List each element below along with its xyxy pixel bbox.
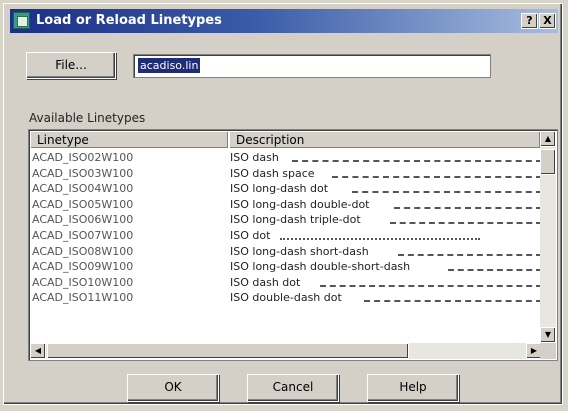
help-button[interactable]: Help (367, 374, 459, 402)
row-linetype: ACAD_ISO06W100 (32, 213, 134, 227)
help-title-button[interactable]: ? (521, 13, 538, 29)
file-button[interactable]: File... (26, 52, 116, 79)
dialog-window: Load or Reload Linetypes ? X File... aca… (3, 3, 563, 405)
scroll-left-icon[interactable]: ◀ (30, 343, 46, 359)
vertical-scrollbar[interactable]: ▲ ▼ (540, 131, 556, 343)
table-row[interactable]: ACAD_ISO11W100 ISO double-dash dot (30, 290, 542, 306)
row-linetype: ACAD_ISO08W100 (32, 244, 134, 258)
file-name-value: acadiso.lin (138, 58, 201, 73)
available-linetypes-label: Available Linetypes (29, 111, 146, 125)
horizontal-scroll-thumb[interactable] (47, 343, 409, 359)
row-description: ISO dash space (230, 166, 315, 180)
file-button-label: File... (55, 58, 87, 72)
dialog-title: Load or Reload Linetypes (36, 13, 222, 28)
cancel-button[interactable]: Cancel (247, 374, 339, 402)
table-row[interactable]: ACAD_ISO06W100 ISO long-dash triple-dot (30, 212, 542, 228)
linetype-list[interactable]: Linetype Description ACAD_ISO02W100 ISO d… (28, 129, 558, 361)
linetype-preview (390, 222, 542, 225)
row-linetype: ACAD_ISO11W100 (32, 291, 134, 305)
row-linetype: ACAD_ISO02W100 (32, 151, 134, 164)
app-icon (13, 12, 30, 29)
row-linetype: ACAD_ISO03W100 (32, 166, 134, 180)
table-row[interactable]: ACAD_ISO02W100 ISO dash (30, 150, 542, 166)
table-row[interactable]: ACAD_ISO10W100 ISO dash dot (30, 275, 542, 291)
row-linetype: ACAD_ISO04W100 (32, 182, 134, 196)
scrollbar-corner (540, 343, 556, 359)
linetype-preview (448, 269, 542, 272)
row-description: ISO dash dot (230, 275, 301, 289)
row-description: ISO long-dash double-short-dash (230, 260, 411, 274)
row-linetype: ACAD_ISO07W100 (32, 228, 134, 242)
ok-button[interactable]: OK (127, 374, 219, 402)
table-row[interactable]: ACAD_ISO08W100 ISO long-dash short-dash (30, 244, 542, 260)
table-row[interactable]: ACAD_ISO09W100 ISO long-dash double-short… (30, 259, 542, 275)
linetype-preview (332, 175, 542, 178)
row-description: ISO dot (230, 228, 271, 242)
linetype-preview (292, 160, 542, 162)
column-header-linetype[interactable]: Linetype (30, 131, 229, 149)
close-button[interactable]: X (539, 13, 556, 29)
table-row[interactable]: ACAD_ISO07W100 ISO dot (30, 228, 542, 244)
help-button-label: Help (399, 380, 427, 394)
table-row[interactable]: ACAD_ISO04W100 ISO long-dash dot (30, 181, 542, 197)
linetype-rows: ACAD_ISO02W100 ISO dash ACAD_ISO03W100 ISO… (30, 150, 542, 306)
row-linetype: ACAD_ISO10W100 (32, 275, 134, 289)
linetype-preview (398, 253, 542, 256)
column-header-description[interactable]: Description (229, 131, 541, 149)
scroll-down-icon[interactable]: ▼ (540, 327, 556, 343)
table-row[interactable]: ACAD_ISO05W100 ISO long-dash double-dot (30, 197, 542, 213)
table-row[interactable]: ACAD_ISO03W100 ISO dash space (30, 166, 542, 182)
scroll-up-icon[interactable]: ▲ (540, 131, 556, 147)
linetype-preview (280, 237, 480, 240)
title-bar[interactable]: Load or Reload Linetypes ? X (10, 9, 558, 33)
row-description: ISO double-dash dot (230, 291, 342, 305)
cancel-button-label: Cancel (272, 380, 314, 394)
row-description: ISO long-dash dot (230, 182, 329, 196)
ok-button-label: OK (164, 380, 182, 394)
linetype-preview (364, 300, 542, 303)
file-name-field[interactable]: acadiso.lin (133, 54, 491, 78)
row-linetype: ACAD_ISO05W100 (32, 197, 134, 211)
linetype-preview (352, 191, 542, 194)
row-linetype: ACAD_ISO09W100 (32, 260, 134, 274)
row-description: ISO dash (230, 151, 279, 164)
vertical-scroll-thumb[interactable] (540, 149, 556, 175)
row-description: ISO long-dash double-dot (230, 197, 370, 211)
row-description: ISO long-dash short-dash (230, 244, 369, 258)
linetype-preview (320, 284, 542, 287)
row-description: ISO long-dash triple-dot (230, 213, 361, 227)
linetype-preview (394, 206, 542, 209)
horizontal-scrollbar[interactable]: ◀ ▶ (30, 343, 542, 359)
